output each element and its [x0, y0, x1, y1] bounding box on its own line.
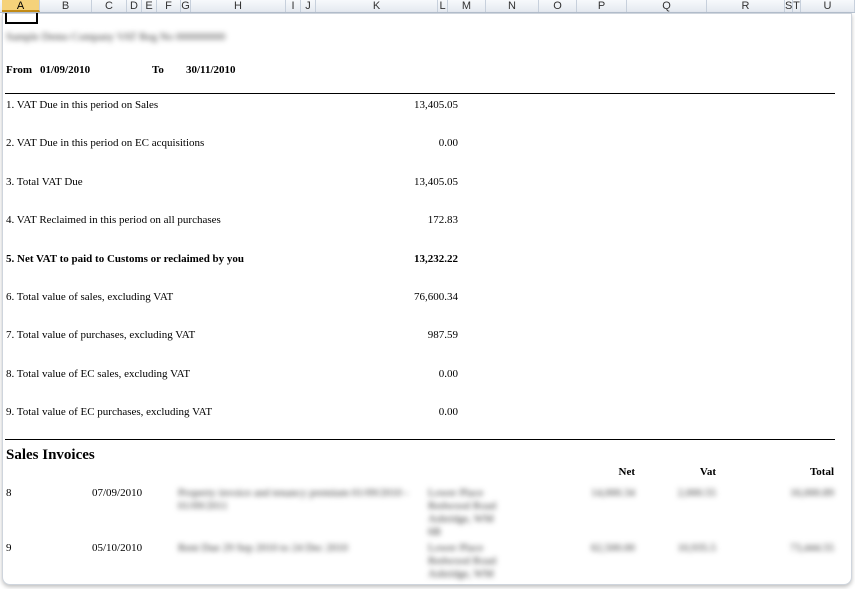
invoice-address-line: Redwood Road	[428, 500, 497, 512]
invoice-address-line: Ashridge, WM	[428, 568, 494, 580]
vat-line-value: 13,405.05	[414, 99, 458, 111]
invoice-description-cont: 01/09/2011	[178, 500, 228, 512]
column-header-n[interactable]: N	[486, 0, 539, 12]
vat-line-value: 76,600.34	[414, 291, 458, 303]
column-header-t[interactable]: T	[793, 0, 801, 12]
header-net: Net	[618, 466, 636, 478]
column-header-d[interactable]: D	[127, 0, 142, 12]
vat-line-label: 9. Total value of EC purchases, excludin…	[6, 406, 213, 418]
header-vat: Vat	[699, 466, 716, 478]
column-header-l[interactable]: L	[438, 0, 448, 12]
vat-line-label: 1. VAT Due in this period on Sales	[6, 99, 159, 111]
vat-line-label: 3. Total VAT Due	[6, 176, 83, 188]
company-line: Sample Demo Company VAT Reg No 000000000	[6, 31, 226, 43]
vat-line-label: 8. Total value of EC sales, excluding VA…	[6, 368, 191, 380]
column-header-bar: ABCDEFGHIJKLMNOPQRSTU	[0, 0, 855, 13]
active-cell-a1[interactable]	[5, 13, 38, 24]
period-to-date: 30/11/2010	[186, 64, 236, 76]
column-header-s[interactable]: S	[785, 0, 793, 12]
invoice-address-line: 6B	[428, 526, 441, 538]
vat-line-value: 13,232.22	[414, 253, 458, 265]
divider-bottom	[5, 439, 835, 440]
column-header-e[interactable]: E	[142, 0, 157, 12]
divider-top	[5, 93, 835, 94]
period-from-date: 01/09/2010	[40, 64, 91, 76]
column-header-i[interactable]: I	[286, 0, 301, 12]
invoice-address-line: Lower Place	[428, 542, 484, 554]
header-total: Total	[809, 466, 834, 478]
vat-line-label: 4. VAT Reclaimed in this period on all p…	[6, 214, 221, 226]
vat-line-value: 987.59	[427, 329, 458, 341]
column-header-r[interactable]: R	[707, 0, 785, 12]
invoice-address-line: Ashridge, WM	[428, 513, 494, 525]
column-header-p[interactable]: P	[577, 0, 627, 12]
column-header-u[interactable]: U	[801, 0, 855, 12]
column-header-g[interactable]: G	[181, 0, 191, 12]
vat-line-value: 0.00	[438, 137, 458, 149]
invoice-address-line: Lower Place	[428, 487, 484, 499]
column-header-o[interactable]: O	[539, 0, 577, 12]
period-from-label: From	[6, 64, 33, 76]
invoice-net: 62,500.00	[591, 542, 635, 554]
column-header-b[interactable]: B	[40, 0, 92, 12]
vat-line-label: 7. Total value of purchases, excluding V…	[6, 329, 196, 341]
period-to-label: To	[152, 64, 164, 76]
sales-invoices-title: Sales Invoices	[6, 447, 95, 463]
vat-line-label: 5. Net VAT to paid to Customs or reclaim…	[6, 253, 245, 265]
invoice-net: 14,000.34	[591, 487, 635, 499]
invoice-description: Rent Due 29 Sep 2010 to 24 Dec 2010	[178, 542, 348, 554]
vat-line-label: 2. VAT Due in this period on EC acquisit…	[6, 137, 205, 149]
invoice-date: 07/09/2010	[92, 487, 143, 499]
invoice-total: 16,000.89	[790, 487, 834, 499]
column-header-f[interactable]: F	[157, 0, 181, 12]
vat-line-value: 0.00	[438, 406, 458, 418]
column-header-a[interactable]: A	[2, 0, 40, 12]
column-header-h[interactable]: H	[191, 0, 286, 12]
column-header-q[interactable]: Q	[627, 0, 707, 12]
column-header-j[interactable]: J	[301, 0, 316, 12]
column-header-c[interactable]: C	[92, 0, 127, 12]
column-header-m[interactable]: M	[448, 0, 486, 12]
invoice-vat: 10,935.5	[677, 542, 717, 554]
vat-line-label: 6. Total value of sales, excluding VAT	[6, 291, 174, 303]
invoice-description: Property invoice and tenancy premium 01/…	[178, 487, 409, 499]
invoice-number: 9	[6, 542, 12, 554]
invoice-number: 8	[6, 487, 12, 499]
vat-line-value: 0.00	[438, 368, 458, 380]
vat-line-value: 172.83	[427, 214, 458, 226]
column-header-k[interactable]: K	[316, 0, 438, 12]
invoice-vat: 2,000.55	[677, 487, 717, 499]
invoice-date: 05/10/2010	[92, 542, 143, 554]
invoice-total: 73,444.55	[790, 542, 834, 554]
invoice-address-line: Redwood Road	[428, 555, 497, 567]
vat-line-value: 13,405.05	[414, 176, 458, 188]
